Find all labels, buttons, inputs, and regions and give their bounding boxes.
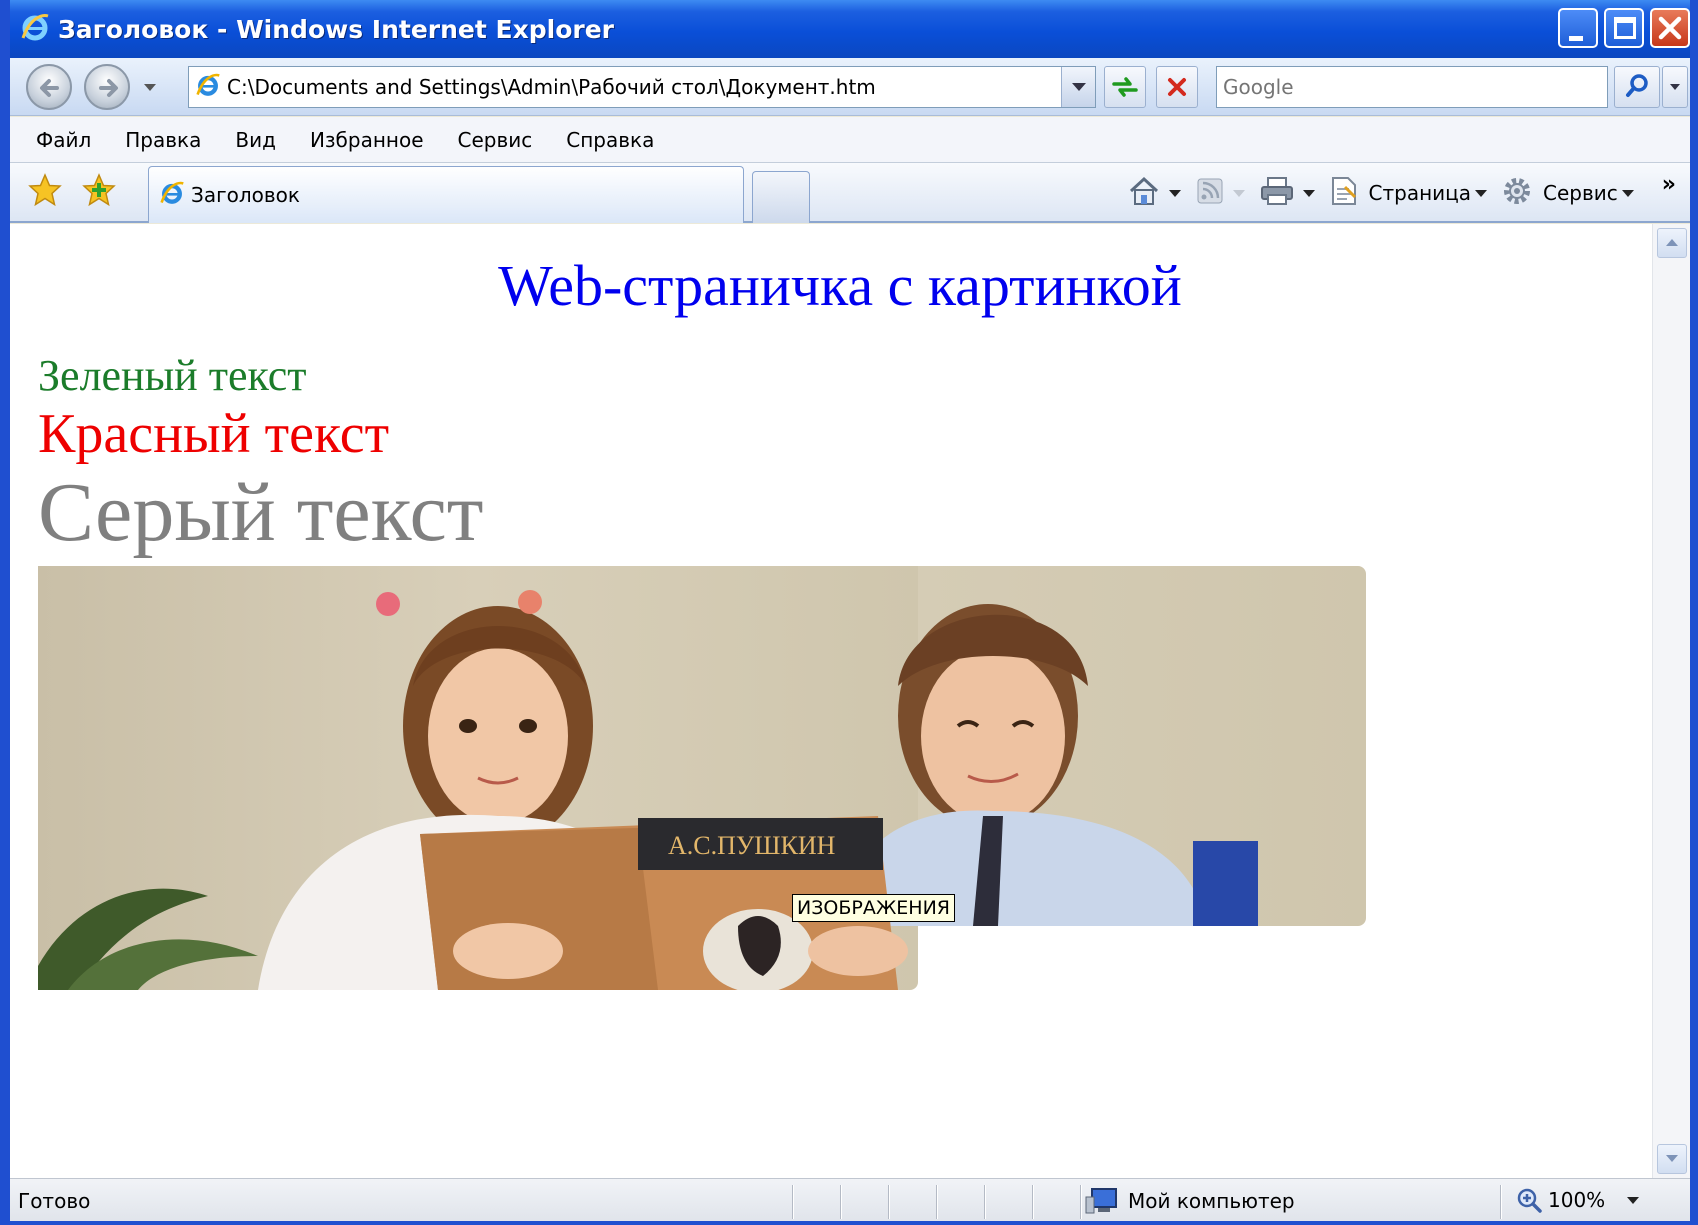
ie-icon: [159, 180, 185, 210]
page-dropdown[interactable]: [1475, 189, 1488, 197]
refresh-button[interactable]: [1104, 66, 1146, 108]
refresh-icon: [1112, 77, 1138, 97]
minimize-button[interactable]: [1558, 8, 1598, 48]
add-favorites-icon[interactable]: [82, 173, 116, 211]
status-divider: [984, 1185, 986, 1219]
zoom-icon: [1517, 1188, 1542, 1213]
status-divider: [840, 1185, 842, 1219]
image-tooltip: ИЗОБРАЖЕНИЯ: [792, 894, 956, 922]
status-divider: [792, 1185, 794, 1219]
status-divider: [888, 1185, 890, 1219]
tools-menu-label[interactable]: Сервис: [1543, 181, 1618, 205]
stop-button[interactable]: [1156, 66, 1198, 108]
forward-button[interactable]: [84, 64, 130, 110]
address-toolbar: C:\Documents and Settings\Admin\Рабочий …: [10, 58, 1690, 116]
search-input[interactable]: [1217, 67, 1607, 107]
ie-icon: [20, 12, 50, 46]
security-zone-label: Мой компьютер: [1128, 1189, 1295, 1213]
feeds-dropdown[interactable]: [1232, 189, 1245, 197]
search-icon: [1626, 74, 1648, 97]
address-field[interactable]: C:\Documents and Settings\Admin\Рабочий …: [188, 66, 1096, 108]
print-icon[interactable]: [1259, 175, 1295, 211]
gear-icon[interactable]: [1501, 175, 1533, 211]
command-bar: Заголовок Страница Сервис »: [10, 163, 1690, 223]
stop-icon: [1168, 78, 1186, 96]
print-dropdown[interactable]: [1302, 189, 1315, 197]
new-tab-button[interactable]: [752, 171, 810, 223]
home-icon[interactable]: [1127, 175, 1161, 211]
status-divider: [936, 1185, 938, 1219]
feeds-icon[interactable]: [1195, 176, 1225, 210]
computer-icon: [1085, 1188, 1117, 1214]
scroll-down-arrow[interactable]: [1657, 1144, 1687, 1174]
window-controls: [1558, 8, 1690, 48]
zoom-dropdown[interactable]: [1627, 1196, 1640, 1204]
back-button[interactable]: [26, 64, 72, 110]
green-text: Зеленый текст: [38, 351, 307, 400]
home-dropdown[interactable]: [1168, 189, 1181, 197]
page-icon[interactable]: [1329, 175, 1359, 211]
page-heading: Web-страничка с картинкой: [498, 253, 1182, 318]
browser-window: Заголовок - Windows Internet Explorer C:…: [0, 0, 1698, 1225]
status-divider: [1032, 1185, 1034, 1219]
maximize-button[interactable]: [1604, 8, 1644, 48]
page-content: Web-страничка с картинкой Зеленый текст …: [10, 224, 1652, 1178]
zoom-control[interactable]: 100%: [1516, 1187, 1649, 1213]
menu-tools[interactable]: Сервис: [452, 124, 539, 156]
address-url: C:\Documents and Settings\Admin\Рабочий …: [227, 75, 876, 99]
scroll-up-arrow[interactable]: [1657, 228, 1687, 258]
status-divider: [1080, 1185, 1082, 1219]
search-options-dropdown[interactable]: [1662, 66, 1688, 108]
menu-view[interactable]: Вид: [229, 124, 282, 156]
forward-icon: [99, 79, 118, 97]
search-button[interactable]: [1614, 66, 1660, 108]
status-bar: Готово Мой компьютер 100%: [10, 1178, 1690, 1221]
menu-favorites[interactable]: Избранное: [304, 124, 430, 156]
zoom-level: 100%: [1548, 1188, 1606, 1212]
command-tools: Страница Сервис »: [1123, 163, 1690, 223]
children-reading-photo: А.С.ПУШКИН: [38, 566, 1366, 990]
window-title: Заголовок - Windows Internet Explorer: [58, 14, 614, 44]
page-menu-label[interactable]: Страница: [1369, 181, 1472, 205]
search-field[interactable]: [1216, 66, 1608, 108]
toolbar-overflow-chevron[interactable]: »: [1662, 172, 1676, 197]
close-button[interactable]: [1650, 8, 1690, 48]
status-text: Готово: [18, 1189, 91, 1213]
close-icon: [1658, 16, 1682, 40]
recent-pages-dropdown[interactable]: [144, 84, 156, 91]
svg-text:А.С.ПУШКИН: А.С.ПУШКИН: [668, 831, 836, 860]
menu-help[interactable]: Справка: [560, 124, 660, 156]
title-bar: Заголовок - Windows Internet Explorer: [10, 0, 1690, 58]
tools-dropdown[interactable]: [1621, 189, 1634, 197]
ie-icon: [195, 72, 221, 102]
status-divider: [1500, 1185, 1502, 1219]
tab-active[interactable]: Заголовок: [148, 166, 744, 223]
tab-label: Заголовок: [191, 183, 300, 207]
menu-edit[interactable]: Правка: [119, 124, 207, 156]
menu-bar: Файл Правка Вид Избранное Сервис Справка: [10, 117, 1690, 163]
gray-text: Серый текст: [38, 466, 484, 559]
menu-file[interactable]: Файл: [30, 124, 97, 156]
address-dropdown[interactable]: [1061, 67, 1095, 107]
vertical-scrollbar[interactable]: [1652, 224, 1690, 1178]
back-icon: [40, 79, 59, 97]
red-text: Красный текст: [38, 403, 390, 465]
security-zone[interactable]: Мой компьютер: [1084, 1187, 1295, 1215]
favorites-star-icon[interactable]: [28, 173, 62, 211]
